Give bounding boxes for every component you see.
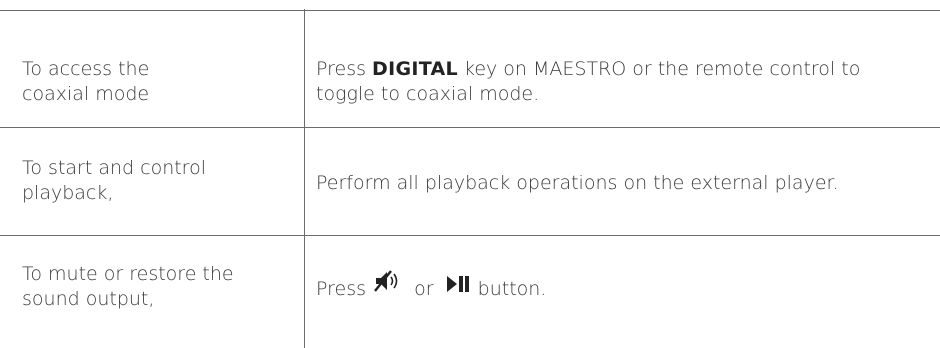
play-pause-icon	[446, 274, 472, 301]
row-1-action: Press DIGITAL key on MAESTRO or the remo…	[316, 57, 926, 107]
table-border-top	[0, 10, 940, 11]
row-1-action-line-2: toggle to coaxial mode.	[316, 83, 540, 105]
button-text: button.	[477, 278, 547, 300]
mute-icon	[374, 268, 402, 301]
row-1-label-line-1: To access the	[22, 58, 150, 80]
row-divider	[0, 235, 940, 236]
digital-key-label: DIGITAL	[372, 58, 458, 80]
row-3-action: Press or button.	[316, 270, 926, 302]
row-1-label: To access the coaxial mode	[22, 57, 292, 107]
row-1-action-line-1: Press DIGITAL key on MAESTRO or the remo…	[316, 57, 926, 82]
row-2-action: Perform all playback operations on the e…	[316, 172, 839, 194]
row-2-label: To start and control playback,	[22, 156, 292, 206]
row-2-label-line-1: To start and control	[22, 157, 206, 179]
row-3-label-line-2: sound output,	[22, 288, 155, 310]
row-3-label-line-1: To mute or restore the	[22, 263, 234, 285]
row-divider	[0, 127, 940, 128]
press-text: Press	[316, 278, 367, 300]
or-text: or	[414, 278, 434, 300]
column-divider	[304, 9, 305, 348]
instruction-table: To access the coaxial mode Press DIGITAL…	[0, 0, 940, 348]
press-text: Press	[316, 58, 373, 80]
row-3-label: To mute or restore the sound output,	[22, 262, 292, 312]
action-text: key on MAESTRO or the remote control to	[457, 58, 861, 80]
row-1-label-line-2: coaxial mode	[22, 83, 150, 105]
row-2-label-line-2: playback,	[22, 182, 114, 204]
